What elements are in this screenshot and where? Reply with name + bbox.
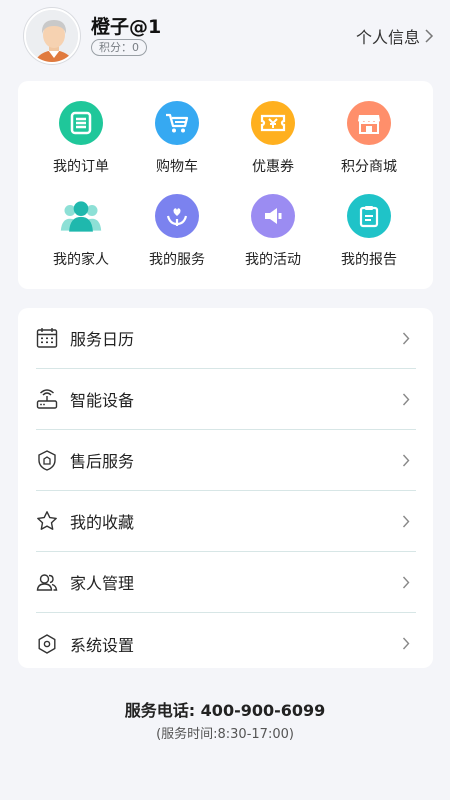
menu-item-favorites[interactable]: 我的收藏 xyxy=(36,491,416,552)
grid-label: 我的订单 xyxy=(53,159,109,175)
grid-item-report[interactable]: 我的报告 xyxy=(321,194,417,274)
footer: 服务电话: 400-900-6099 (服务时间:8:30-17:00) xyxy=(0,697,450,742)
menu-item-family-management[interactable]: 家人管理 xyxy=(36,552,416,613)
menu-label: 家人管理 xyxy=(70,574,135,593)
username: 橙子@1 xyxy=(91,16,162,38)
profile-header: 橙子@1 积分：0 个人信息 xyxy=(24,8,434,64)
report-icon xyxy=(347,194,391,238)
grid-label: 我的活动 xyxy=(245,252,301,268)
star-icon xyxy=(36,510,58,532)
chevron-right-icon xyxy=(402,637,410,650)
service-icon xyxy=(155,194,199,238)
grid-label: 我的家人 xyxy=(53,252,109,268)
menu-label: 我的收藏 xyxy=(70,513,135,532)
points-badge: 积分：0 xyxy=(91,39,147,56)
service-hotline[interactable]: 服务电话: 400-900-6099 xyxy=(0,697,450,721)
menu-label: 系统设置 xyxy=(70,635,135,655)
grid-label: 购物车 xyxy=(156,159,198,175)
menu-label: 售后服务 xyxy=(70,452,135,471)
personal-info-link[interactable]: 个人信息 xyxy=(356,24,434,48)
menu-item-smart-devices[interactable]: 智能设备 xyxy=(36,369,416,430)
grid-item-cart[interactable]: 购物车 xyxy=(129,101,225,181)
quick-access-card: 我的订单 购物车 优惠券 积分商城 我的家人 我的服务 我的活动 我的报告 xyxy=(18,81,433,289)
grid-item-points-mall[interactable]: 积分商城 xyxy=(321,101,417,181)
shop-icon xyxy=(347,101,391,145)
chevron-right-icon xyxy=(402,576,410,588)
cart-icon xyxy=(155,101,199,145)
menu-card: 服务日历 智能设备 售后服务 我的收藏 家人管理 系统设置 xyxy=(18,308,433,668)
chevron-right-icon xyxy=(402,515,410,527)
calendar-icon xyxy=(36,327,58,349)
menu-label: 服务日历 xyxy=(70,330,135,349)
grid-label: 优惠券 xyxy=(252,159,294,175)
menu-label: 智能设备 xyxy=(70,391,135,410)
grid-label: 积分商城 xyxy=(341,159,397,175)
personal-info-label: 个人信息 xyxy=(355,28,420,47)
avatar[interactable] xyxy=(24,8,80,64)
grid-item-activity[interactable]: 我的活动 xyxy=(225,194,321,274)
grid-item-coupon[interactable]: 优惠券 xyxy=(225,101,321,181)
menu-item-calendar[interactable]: 服务日历 xyxy=(36,308,416,369)
grid-item-orders[interactable]: 我的订单 xyxy=(33,101,129,181)
chevron-right-icon xyxy=(402,454,410,466)
chevron-right-icon xyxy=(425,29,434,43)
orders-icon xyxy=(59,101,103,145)
menu-item-after-sales[interactable]: 售后服务 xyxy=(36,430,416,491)
service-hours: (服务时间:8:30-17:00) xyxy=(156,727,294,742)
grid-label: 我的服务 xyxy=(149,252,205,268)
users-icon xyxy=(36,571,58,593)
coupon-icon xyxy=(251,101,295,145)
activity-icon xyxy=(251,194,295,238)
grid-item-service[interactable]: 我的服务 xyxy=(129,194,225,274)
router-icon xyxy=(36,388,58,410)
chevron-right-icon xyxy=(402,393,410,405)
settings-icon xyxy=(36,633,58,655)
grid-label: 我的报告 xyxy=(341,252,397,268)
menu-item-system-settings[interactable]: 系统设置 xyxy=(36,613,416,674)
shield-icon xyxy=(36,449,58,471)
chevron-right-icon xyxy=(402,332,410,344)
family-icon xyxy=(59,194,103,238)
grid-item-family[interactable]: 我的家人 xyxy=(33,194,129,274)
